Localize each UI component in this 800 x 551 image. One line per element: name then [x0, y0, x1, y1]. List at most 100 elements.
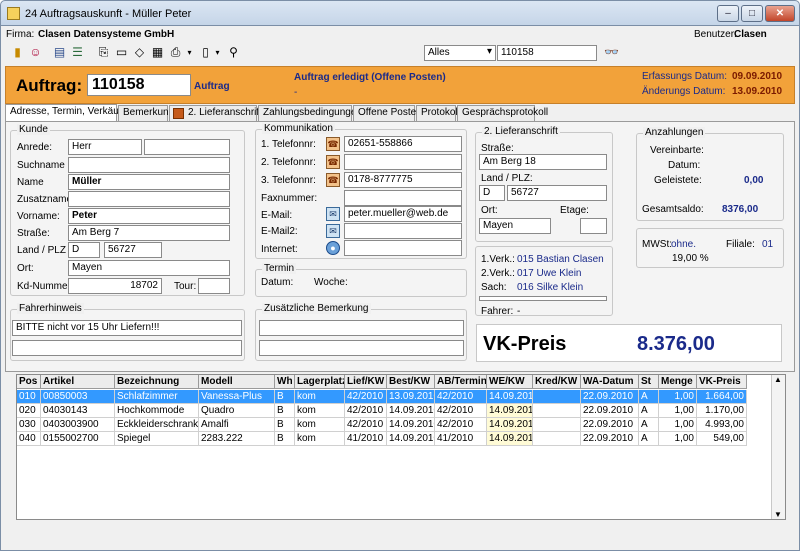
cell-vk-preis: 1.170,00: [697, 404, 747, 418]
zip-field[interactable]: 56727: [104, 242, 162, 258]
column-header-lagerplatz[interactable]: Lagerplatz: [295, 375, 345, 389]
salutation-field[interactable]: Herr: [68, 139, 142, 155]
driver-note-field-2[interactable]: [12, 340, 242, 356]
tab-bemerkung[interactable]: Bemerkung: [118, 105, 174, 121]
column-header-lief-kw[interactable]: Lief/KW: [345, 375, 387, 389]
column-header-bezeichnung[interactable]: Bezeichnung: [115, 375, 199, 389]
chevron-down-icon[interactable]: ▼: [774, 510, 782, 519]
cell-artikel: 0155002700: [41, 432, 115, 446]
table-row[interactable]: 030 0403003900 Eckkleiderschrank Amalfi Bkom…: [17, 418, 747, 432]
customer-number-field[interactable]: 18702: [68, 278, 162, 294]
cell-ab-termin: 42/2010: [435, 418, 487, 432]
binoculars-icon[interactable]: 👓: [604, 45, 619, 60]
cell-st: A: [639, 418, 659, 432]
tab-zahlung[interactable]: Zahlungsbedingungen: [258, 105, 362, 121]
cell-wh: B: [275, 390, 295, 404]
city-field[interactable]: Mayen: [68, 260, 230, 276]
maximize-button[interactable]: □: [741, 5, 763, 22]
column-header-ab-termin[interactable]: AB/Termin: [435, 375, 487, 389]
delivery-country-field[interactable]: D: [479, 185, 505, 201]
extra-name-field[interactable]: [68, 191, 230, 207]
driver-note-field[interactable]: BITTE nicht vor 15 Uhr Liefern!!!: [12, 320, 242, 336]
title-field[interactable]: [144, 139, 230, 155]
delivery-street-field[interactable]: Am Berg 18: [479, 154, 607, 170]
column-header-best-kw[interactable]: Best/KW: [387, 375, 435, 389]
cell-best-kw: 14.09.2010: [387, 418, 435, 432]
cell-wh: B: [275, 418, 295, 432]
mail-icon[interactable]: ✉: [326, 207, 340, 221]
list-icon[interactable]: ☰: [70, 45, 85, 60]
tour-field[interactable]: [198, 278, 230, 294]
phone-icon[interactable]: ☎: [326, 137, 340, 151]
tab-lieferanschrift[interactable]: 2. Lieferanschrift: [169, 105, 262, 121]
search-input[interactable]: 110158: [497, 45, 597, 61]
column-header-wa-datum[interactable]: WA-Datum: [581, 375, 639, 389]
user-name: Clasen: [734, 29, 767, 40]
copy-icon[interactable]: ⎘: [96, 45, 111, 60]
cell-wa-datum: 22.09.2010: [581, 404, 639, 418]
filter-select[interactable]: Alles ▾: [424, 45, 496, 61]
street-field[interactable]: Am Berg 7: [68, 225, 230, 241]
tab-gespraech[interactable]: Gesprächsprotokoll: [457, 105, 548, 121]
tab-protokoll[interactable]: Protokoll: [416, 105, 460, 121]
extra-remark-field[interactable]: [259, 320, 464, 336]
exit-icon[interactable]: ▮: [10, 45, 25, 60]
column-header-wh[interactable]: Wh: [275, 375, 295, 389]
tab-adresse[interactable]: Adresse, Termin, Verkäufer: [5, 104, 130, 122]
seller2-label: 2.Verk.:: [481, 268, 515, 279]
close-button[interactable]: ✕: [765, 5, 795, 22]
user-icon[interactable]: ☺: [28, 45, 43, 60]
column-header-vk-preis[interactable]: VK-Preis: [697, 375, 747, 389]
table-row[interactable]: 020 04030143 Hochkommode Quadro Bkom 42/2010 1…: [17, 404, 747, 418]
cell-artikel: 00850003: [41, 390, 115, 404]
card-icon[interactable]: ▭: [114, 45, 129, 60]
delivery-floor-field[interactable]: [580, 218, 607, 234]
search-icon[interactable]: ⚲: [226, 45, 241, 60]
column-header-modell[interactable]: Modell: [199, 375, 275, 389]
globe-icon[interactable]: ●: [326, 241, 340, 255]
column-header-artikel[interactable]: Artikel: [41, 375, 115, 389]
internet-field[interactable]: [344, 240, 462, 256]
cell-modell: 2283.222: [199, 432, 275, 446]
column-header-st[interactable]: St: [639, 375, 659, 389]
cell-artikel: 0403003900: [41, 418, 115, 432]
email-field[interactable]: peter.mueller@web.de: [344, 206, 462, 222]
email-label: E-Mail:: [261, 210, 293, 221]
phone-icon[interactable]: ☎: [326, 173, 340, 187]
phone2-field[interactable]: [344, 154, 462, 170]
order-number-field[interactable]: 110158: [87, 74, 191, 96]
mail-icon[interactable]: ✉: [326, 224, 340, 238]
firstname-field[interactable]: Peter: [68, 208, 230, 224]
chevron-down-icon[interactable]: ▾: [210, 45, 225, 60]
phone-icon[interactable]: ☎: [326, 155, 340, 169]
delivery-city-field[interactable]: Mayen: [479, 218, 551, 234]
name-field[interactable]: Müller: [68, 174, 230, 190]
tab-offene-posten[interactable]: Offene Posten: [353, 105, 422, 121]
table-row[interactable]: 040 0155002700 Spiegel 2283.222 Bkom 41/2010 1…: [17, 432, 747, 446]
total-balance-label: Gesamtsaldo:: [642, 204, 704, 215]
chevron-up-icon[interactable]: ▲: [774, 375, 782, 384]
cell-vk-preis: 549,00: [697, 432, 747, 446]
cell-ab-termin: 42/2010: [435, 390, 487, 404]
calculator-icon[interactable]: ▦: [150, 45, 165, 60]
country-field[interactable]: D: [68, 242, 100, 258]
chevron-down-icon[interactable]: ▾: [182, 45, 197, 60]
phone1-field[interactable]: 02651-558866: [344, 136, 462, 152]
document-icon[interactable]: ▤: [52, 45, 67, 60]
table-scrollbar[interactable]: ▲ ▼: [771, 375, 785, 519]
extra-remark-field-2[interactable]: [259, 340, 464, 356]
printer-icon[interactable]: ⎙: [168, 45, 183, 60]
phone3-field[interactable]: 0178-8777775: [344, 172, 462, 188]
email2-field[interactable]: [344, 223, 462, 239]
searchname-field[interactable]: [68, 157, 230, 173]
minimize-button[interactable]: –: [717, 5, 739, 22]
tag-icon[interactable]: ◇: [132, 45, 147, 60]
column-header-we-kw[interactable]: WE/KW: [487, 375, 533, 389]
delivery-zip-field[interactable]: 56727: [507, 185, 607, 201]
delivery-address-title: 2. Lieferanschrift: [482, 126, 560, 137]
table-row[interactable]: 010 00850003 Schlafzimmer Vanessa-Plus Bkom 4…: [17, 390, 747, 404]
column-header-pos[interactable]: Pos: [17, 375, 41, 389]
column-header-kred-kw[interactable]: Kred/KW: [533, 375, 581, 389]
column-header-menge[interactable]: Menge: [659, 375, 697, 389]
fax-field[interactable]: [344, 190, 462, 206]
